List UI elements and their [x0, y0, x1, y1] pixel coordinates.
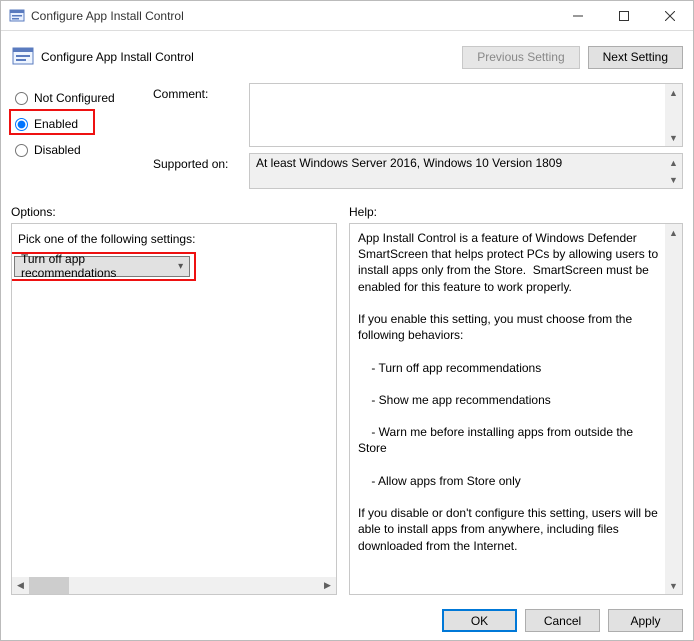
radio-not-configured[interactable]: Not Configured	[15, 89, 141, 107]
scroll-left-icon[interactable]: ◀	[12, 577, 29, 594]
chevron-down-icon: ▾	[172, 261, 189, 272]
comment-box: ▲ ▼	[249, 83, 683, 147]
options-combobox-value: Turn off app recommendations	[21, 252, 172, 280]
previous-setting-button: Previous Setting	[462, 46, 579, 69]
supported-scrollbar[interactable]: ▲ ▼	[665, 154, 682, 188]
radio-disabled-label: Disabled	[34, 143, 81, 157]
options-combobox[interactable]: Turn off app recommendations ▾	[14, 256, 190, 277]
footer: OK Cancel Apply	[1, 601, 693, 640]
cancel-button[interactable]: Cancel	[525, 609, 600, 632]
header-row: Configure App Install Control Previous S…	[11, 39, 683, 75]
radio-disabled[interactable]: Disabled	[15, 141, 141, 159]
supported-box: At least Windows Server 2016, Windows 10…	[249, 153, 683, 189]
policy-icon	[11, 45, 35, 69]
supported-field: Supported on: At least Windows Server 20…	[153, 153, 683, 189]
help-pane: App Install Control is a feature of Wind…	[349, 223, 683, 595]
radio-disabled-input[interactable]	[15, 144, 28, 157]
state-radios: Not Configured Enabled Disabled	[11, 83, 141, 189]
options-pane: Pick one of the following settings: Turn…	[11, 223, 337, 595]
window-controls	[555, 1, 693, 30]
next-setting-button[interactable]: Next Setting	[588, 46, 683, 69]
supported-label: Supported on:	[153, 153, 243, 171]
comment-field: Comment: ▲ ▼	[153, 83, 683, 147]
options-label: Options:	[11, 205, 337, 219]
config-grid: Not Configured Enabled Disabled Comment:	[11, 83, 683, 189]
supported-text: At least Windows Server 2016, Windows 10…	[250, 154, 664, 172]
radio-enabled-label: Enabled	[34, 117, 78, 131]
radio-enabled-input[interactable]	[15, 118, 28, 131]
help-scrollbar[interactable]: ▲ ▼	[665, 224, 682, 594]
options-prompt: Pick one of the following settings:	[12, 224, 336, 252]
scroll-down-icon[interactable]: ▼	[665, 129, 682, 146]
lower-panes: Pick one of the following settings: Turn…	[11, 223, 683, 595]
scroll-up-icon[interactable]: ▲	[665, 224, 682, 241]
radio-not-configured-label: Not Configured	[34, 91, 115, 105]
help-label: Help:	[337, 205, 683, 219]
minimize-button[interactable]	[555, 1, 601, 30]
comment-textarea[interactable]	[250, 84, 664, 146]
content: Configure App Install Control Previous S…	[1, 31, 693, 601]
titlebar: Configure App Install Control	[1, 1, 693, 31]
section-labels: Options: Help:	[11, 205, 683, 219]
hscroll-track[interactable]	[69, 577, 319, 594]
window: Configure App Install Control	[0, 0, 694, 641]
comment-scrollbar[interactable]: ▲ ▼	[665, 84, 682, 146]
comment-label: Comment:	[153, 83, 243, 101]
window-title: Configure App Install Control	[31, 9, 555, 23]
hscroll-thumb[interactable]	[29, 577, 69, 594]
scroll-down-icon[interactable]: ▼	[665, 171, 682, 188]
close-button[interactable]	[647, 1, 693, 30]
apply-button[interactable]: Apply	[608, 609, 683, 632]
scroll-right-icon[interactable]: ▶	[319, 577, 336, 594]
scroll-up-icon[interactable]: ▲	[665, 84, 682, 101]
radio-not-configured-input[interactable]	[15, 92, 28, 105]
scroll-up-icon[interactable]: ▲	[665, 154, 682, 171]
options-hscrollbar[interactable]: ◀ ▶	[12, 577, 336, 594]
page-title: Configure App Install Control	[41, 50, 462, 64]
radio-enabled[interactable]: Enabled	[15, 115, 141, 133]
maximize-button[interactable]	[601, 1, 647, 30]
scroll-down-icon[interactable]: ▼	[665, 577, 682, 594]
help-text: App Install Control is a feature of Wind…	[350, 224, 682, 560]
app-icon	[9, 8, 25, 24]
ok-button[interactable]: OK	[442, 609, 517, 632]
